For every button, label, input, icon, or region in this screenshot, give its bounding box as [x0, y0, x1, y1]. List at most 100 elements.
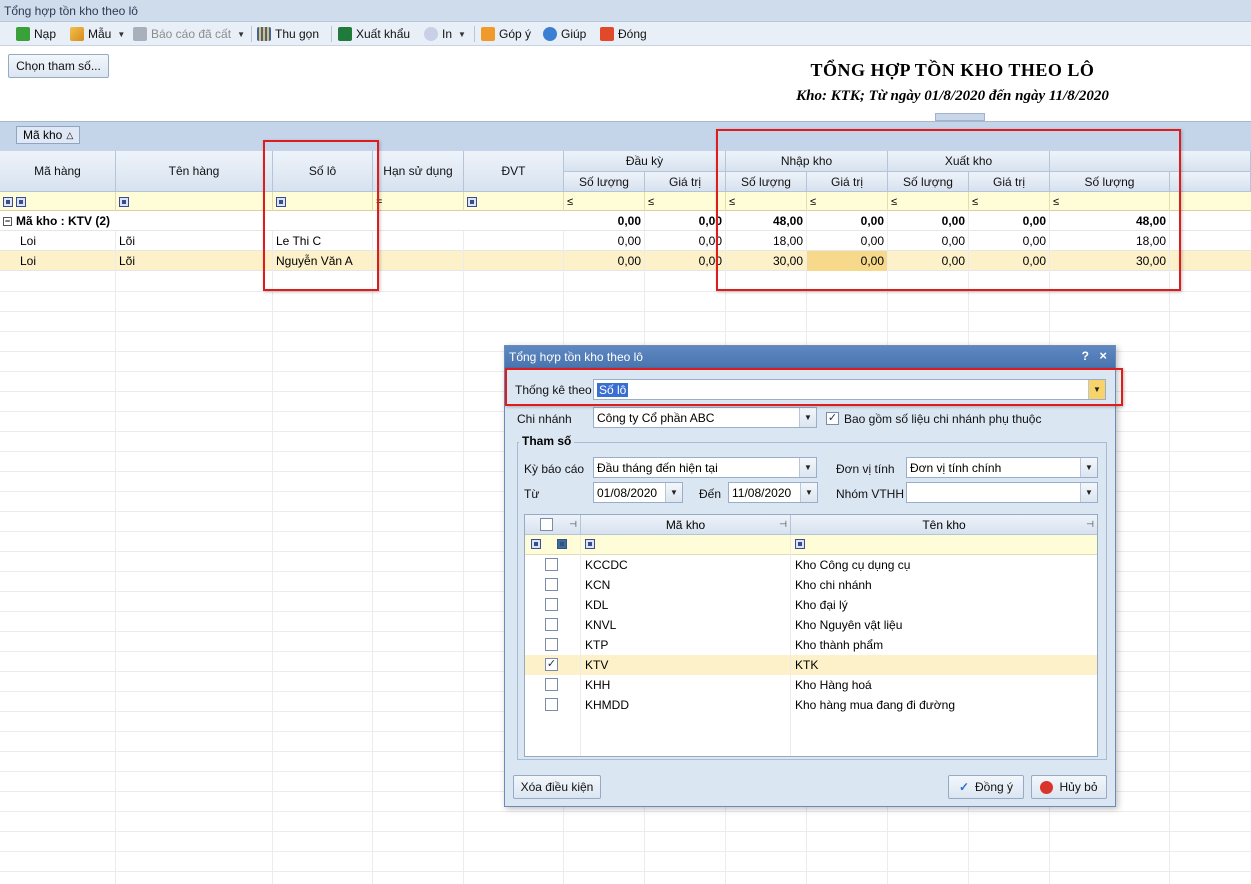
collapse-group-icon[interactable]: − — [3, 216, 12, 226]
cell-num: 0,00 — [645, 231, 726, 251]
chi-nhanh-label: Chi nhánh — [517, 412, 572, 426]
warehouse-name: Kho chi nhánh — [795, 578, 872, 592]
col-ton-cuoi-gt[interactable] — [1170, 172, 1251, 192]
reload-button[interactable]: Nạp — [16, 25, 56, 43]
warehouse-filter-row — [525, 535, 1097, 555]
ok-label: Đồng ý — [975, 780, 1014, 794]
chi-nhanh-value: Công ty Cổ phần ABC — [597, 410, 715, 425]
cell-dvt — [464, 231, 564, 251]
warehouse-row[interactable]: KTP Kho thành phẩm — [525, 635, 1097, 655]
printer-icon — [424, 27, 438, 41]
warehouse-row[interactable]: KDL Kho đại lý — [525, 595, 1097, 615]
cancel-button[interactable]: Hủy bỏ — [1031, 775, 1107, 799]
filter-operator-icon[interactable] — [585, 539, 595, 549]
warehouse-checkbox[interactable] — [545, 558, 558, 571]
filter-operator-icon[interactable] — [795, 539, 805, 549]
feedback-button[interactable]: Góp ý — [481, 25, 531, 43]
filter-ma-hang[interactable] — [0, 192, 116, 211]
chevron-down-icon[interactable]: ▼ — [799, 408, 816, 427]
close-button[interactable]: Đóng — [600, 25, 647, 43]
cell-han-su-dung — [373, 251, 464, 271]
warehouse-row[interactable]: ✓ KTV KTK — [525, 655, 1097, 675]
tu-date-input[interactable]: 01/08/2020 ▼ — [593, 482, 683, 503]
filter-operator-icon[interactable] — [557, 539, 567, 549]
warehouse-row[interactable]: KHMDD Kho hàng mua đang đi đường — [525, 695, 1097, 715]
highlight-values — [716, 129, 1181, 291]
warehouse-row[interactable]: KNVL Kho Nguyên vật liệu — [525, 615, 1097, 635]
col-label: ĐVT — [501, 164, 526, 178]
help-button[interactable]: Giúp — [543, 25, 586, 43]
col-han-su-dung[interactable]: Hạn sử dụng — [373, 151, 464, 192]
pin-icon: ⊣ — [569, 519, 577, 529]
den-date-input[interactable]: 11/08/2020 ▼ — [728, 482, 818, 503]
chevron-down-icon[interactable]: ▼ — [1080, 458, 1097, 477]
warehouse-row[interactable]: KCN Kho chi nhánh — [525, 575, 1097, 595]
chevron-down-icon[interactable]: ▼ — [799, 458, 816, 477]
select-all-checkbox[interactable] — [540, 518, 553, 531]
warehouse-checkbox[interactable] — [545, 598, 558, 611]
warehouse-checkbox[interactable] — [545, 618, 558, 631]
filter-dvt[interactable] — [464, 192, 564, 211]
filter-operator-icon — [119, 196, 129, 207]
col-ten-hang[interactable]: Tên hàng — [116, 151, 273, 192]
chevron-down-icon[interactable]: ▼ — [1080, 483, 1097, 502]
ok-button[interactable]: ✓ Đồng ý — [948, 775, 1024, 799]
filter-ten-hang[interactable] — [116, 192, 273, 211]
warehouse-checkbox[interactable]: ✓ — [545, 658, 558, 671]
filter-operator-icon[interactable] — [531, 539, 541, 549]
choose-params-button[interactable]: Chọn tham số... — [8, 54, 109, 78]
nhom-vthh-select[interactable]: ▼ — [906, 482, 1098, 503]
warehouse-code: KTP — [585, 638, 609, 652]
warehouse-code: KTV — [585, 658, 609, 672]
calendar-dropdown-icon[interactable]: ▼ — [665, 483, 682, 502]
cell-num: 0,00 — [564, 231, 645, 251]
warehouse-code: KDL — [585, 598, 609, 612]
filter-num[interactable]: ≤ — [645, 192, 726, 211]
filter-clear-icon[interactable] — [3, 196, 13, 207]
export-button[interactable]: Xuất khẩu — [338, 25, 410, 43]
warehouse-checkbox[interactable] — [545, 678, 558, 691]
col-label: Đầu kỳ — [625, 154, 664, 168]
group-by-chip-label: Mã kho — [23, 128, 63, 142]
group-by-chip[interactable]: Mã kho △ — [16, 126, 81, 144]
grid-line — [0, 331, 1251, 332]
header-collapse-handle[interactable] — [935, 113, 985, 121]
col-select-all[interactable]: ⊣ — [525, 515, 581, 535]
saved-reports-button[interactable]: Báo cáo đã cất ▼ — [133, 25, 245, 43]
filter-han-su-dung[interactable]: = — [373, 192, 464, 211]
col-ten-kho[interactable]: Tên kho ⊣ — [791, 515, 1097, 535]
grid-line — [790, 535, 791, 756]
col-dau-ky[interactable]: Đầu kỳ — [564, 151, 726, 172]
dialog-close-button[interactable]: × — [1099, 348, 1107, 363]
col-ma-hang[interactable]: Mã hàng — [0, 151, 116, 192]
tu-date-value: 01/08/2020 — [597, 485, 658, 500]
collapse-button[interactable]: Thu gọn — [257, 25, 319, 43]
filter-num[interactable]: ≤ — [564, 192, 645, 211]
dialog-help-button[interactable]: ? — [1082, 349, 1089, 363]
warehouse-checkbox[interactable] — [545, 698, 558, 711]
col-dau-ky-gt[interactable]: Giá trị — [645, 172, 726, 192]
warehouse-row[interactable]: KHH Kho Hàng hoá — [525, 675, 1097, 695]
calendar-dropdown-icon[interactable]: ▼ — [800, 483, 817, 502]
params-dialog: Tổng hợp tồn kho theo lô ? × Thống kê th… — [504, 345, 1116, 807]
collapse-icon — [257, 27, 271, 41]
clear-conditions-button[interactable]: Xóa điều kiện — [513, 775, 601, 799]
don-vi-tinh-select[interactable]: Đơn vị tính chính ▼ — [906, 457, 1098, 478]
print-button[interactable]: In ▼ — [424, 25, 466, 43]
warehouse-checkbox[interactable] — [545, 638, 558, 651]
grid-line — [115, 271, 116, 884]
excel-icon — [338, 27, 352, 41]
ky-bao-cao-select[interactable]: Đầu tháng đến hiện tại ▼ — [593, 457, 817, 478]
chi-nhanh-select[interactable]: Công ty Cổ phần ABC ▼ — [593, 407, 817, 428]
col-dau-ky-sl[interactable]: Số lượng — [564, 172, 645, 192]
col-ma-kho[interactable]: Mã kho ⊣ — [581, 515, 791, 535]
warehouse-checkbox[interactable] — [545, 578, 558, 591]
grid-line — [0, 871, 1251, 872]
col-dvt[interactable]: ĐVT — [464, 151, 564, 192]
template-button[interactable]: Mẫu ▼ — [70, 25, 125, 43]
warehouse-row[interactable]: KCCDC Kho Công cụ dụng cụ — [525, 555, 1097, 575]
cell-ma-hang: Loi — [0, 251, 116, 271]
choose-params-label: Chọn tham số... — [16, 59, 101, 73]
nhom-vthh-label: Nhóm VTHH — [836, 487, 905, 501]
include-branch-checkbox[interactable]: ✓ — [826, 412, 839, 425]
